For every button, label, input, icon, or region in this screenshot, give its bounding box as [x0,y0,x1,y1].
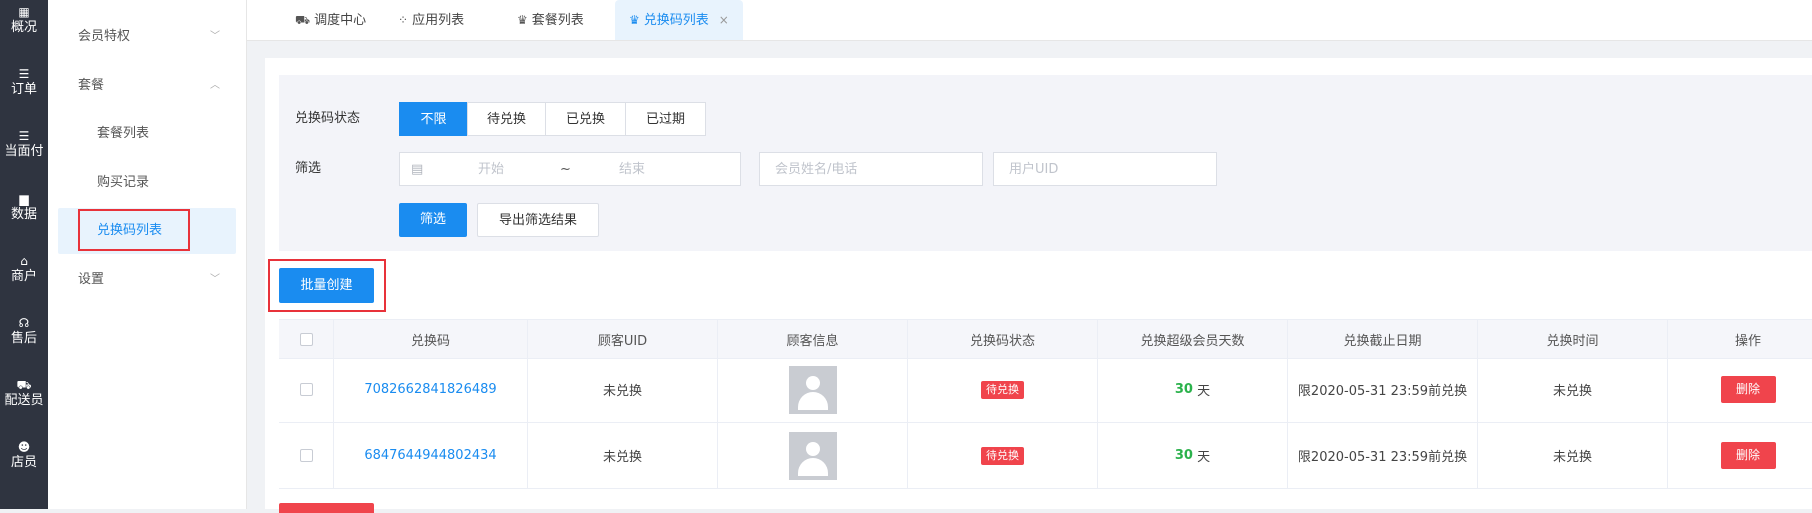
action-cell: 删除 [1668,357,1812,422]
status-cell: 待兑换 [908,423,1098,488]
select-all-checkbox[interactable] [299,332,313,346]
submenu-package-list[interactable]: 套餐列表 [48,111,246,157]
header-time: 兑换时间 [1478,320,1668,358]
time-cell: 未兑换 [1478,357,1668,422]
status-cell: 待兑换 [908,357,1098,422]
table-row: 6847644944802434 未兑换 待兑换 30 天 限2020-05-3… [279,423,1812,489]
tab-package-list[interactable]: ♛ 套餐列表 [517,0,584,40]
uid-search-input[interactable]: 用户UID [993,152,1217,186]
export-button[interactable]: 导出筛选结果 [477,203,599,237]
nav-courier[interactable]: ⛟ 配送员 [0,379,48,408]
days-cell: 30 天 [1098,423,1288,488]
bulk-delete-button[interactable] [279,503,374,513]
uid-cell: 未兑换 [528,357,718,422]
customer-cell [718,423,908,488]
date-range-picker[interactable]: ▤ 开始 ~ 结束 [399,152,741,186]
days-value: 30 [1174,448,1193,463]
filter-panel: 兑换码状态 不限 待兑换 已兑换 已过期 筛选 ▤ 开始 ~ 结束 会员姓名/电… [279,75,1812,251]
header-status: 兑换码状态 [908,320,1098,358]
select-all-cell [279,320,334,358]
chevron-down-icon: ﹀ [210,274,220,285]
submenu-settings[interactable]: 设置 ﹀ [48,257,246,303]
days-cell: 30 天 [1098,357,1288,422]
header-uid: 顾客UID [528,320,718,358]
status-badge: 待兑换 [981,380,1024,399]
submenu-membership[interactable]: 会员特权 ﹀ [48,14,246,60]
deadline-cell: 限2020-05-31 23:59前兑换 [1288,357,1478,422]
date-separator: ~ [560,162,571,177]
headset-icon: ☊ [18,316,30,330]
status-option-redeemed[interactable]: 已兑换 [545,102,626,136]
nav-overview[interactable]: ▦ 概况 [0,6,48,35]
filter-button[interactable]: 筛选 [399,203,467,237]
header-customer: 顾客信息 [718,320,908,358]
nav-staff[interactable]: ☻ 店员 [0,441,48,470]
code-link[interactable]: 7082662841826489 [364,382,496,397]
dashboard-icon: ▦ [18,5,30,19]
submenu: 会员特权 ﹀ 套餐 ︿ 套餐列表 购买记录 兑换码列表 设置 ﹀ [48,0,247,509]
submenu-code-list[interactable]: 兑换码列表 [58,208,236,254]
close-icon[interactable]: × [719,13,729,27]
apps-icon: ⁘ [398,13,409,27]
list-icon: ☰ [18,67,30,81]
table-header: 兑换码 顾客UID 顾客信息 兑换码状态 兑换超级会员天数 兑换截止日期 兑换时… [279,319,1812,359]
batch-create-button[interactable]: 批量创建 [279,268,374,303]
action-cell: 删除 [1668,423,1812,488]
avatar [788,365,837,414]
member-search-input[interactable]: 会员姓名/电话 [759,152,983,186]
deadline-cell: 限2020-05-31 23:59前兑换 [1288,423,1478,488]
list-icon: ☰ [18,129,30,143]
nav-data[interactable]: ▆ 数据 [0,193,48,222]
bar-chart-icon: ▆ [19,192,29,206]
submenu-package[interactable]: 套餐 ︿ [48,63,246,109]
nav-face-pay[interactable]: ☰ 当面付 [0,130,48,159]
status-option-all[interactable]: 不限 [399,102,468,136]
screen-label: 筛选 [295,161,322,176]
nav-merchant[interactable]: ⌂ 商户 [0,255,48,284]
code-cell: 7082662841826489 [334,357,528,422]
header-code: 兑换码 [334,320,528,358]
shop-icon: ⌂ [20,254,28,268]
delete-button[interactable]: 删除 [1720,376,1776,403]
header-action: 操作 [1734,333,1761,349]
nav-orders[interactable]: ☰ 订单 [0,68,48,97]
code-link[interactable]: 6847644944802434 [364,448,496,463]
chevron-down-icon: ﹀ [210,31,220,42]
customer-cell [718,357,908,422]
delete-button[interactable]: 删除 [1720,442,1776,469]
truck-icon: ⛟ [295,13,311,27]
status-option-pending[interactable]: 待兑换 [467,102,546,136]
date-end-placeholder: 结束 [619,162,646,177]
row-select-cell [279,423,334,488]
time-cell: 未兑换 [1478,423,1668,488]
nav-after-sales[interactable]: ☊ 售后 [0,317,48,346]
avatar [788,431,837,480]
submenu-purchase-records[interactable]: 购买记录 [48,160,246,206]
row-checkbox[interactable] [299,383,313,396]
days-value: 30 [1174,382,1193,397]
status-option-expired[interactable]: 已过期 [625,102,706,136]
uid-cell: 未兑换 [528,423,718,488]
staff-icon: ☻ [17,440,31,454]
chevron-up-icon: ︿ [210,80,220,91]
table-row: 7082662841826489 未兑换 待兑换 30 天 限2020-05-3… [279,357,1812,423]
header-deadline: 兑换截止日期 [1288,320,1478,358]
row-checkbox[interactable] [299,449,313,462]
tab-dispatch[interactable]: ⛟ 调度中心 [295,0,366,40]
crown-icon: ♛ [517,13,528,27]
tab-bar: ⛟ 调度中心 ⁘ 应用列表 ♛ 套餐列表 ♛ 兑换码列表 × [247,0,1812,41]
code-cell: 6847644944802434 [334,423,528,488]
tab-code-list[interactable]: ♛ 兑换码列表 × [615,0,743,40]
main-content: 兑换码状态 不限 待兑换 已兑换 已过期 筛选 ▤ 开始 ~ 结束 会员姓名/电… [265,58,1812,513]
header-days: 兑换超级会员天数 [1098,320,1288,358]
crown-icon: ♛ [629,13,640,27]
tab-app-list[interactable]: ⁘ 应用列表 [398,0,464,40]
status-badge: 待兑换 [981,446,1024,465]
date-start-placeholder: 开始 [478,162,505,177]
main-nav-rail: ▦ 概况 ☰ 订单 ☰ 当面付 ▆ 数据 ⌂ 商户 ☊ 售后 ⛟ 配送员 ☻ 店… [0,0,48,509]
status-filter-label: 兑换码状态 [295,111,361,126]
delivery-icon: ⛟ [16,378,32,392]
calendar-icon: ▤ [411,162,424,177]
row-select-cell [279,357,334,422]
